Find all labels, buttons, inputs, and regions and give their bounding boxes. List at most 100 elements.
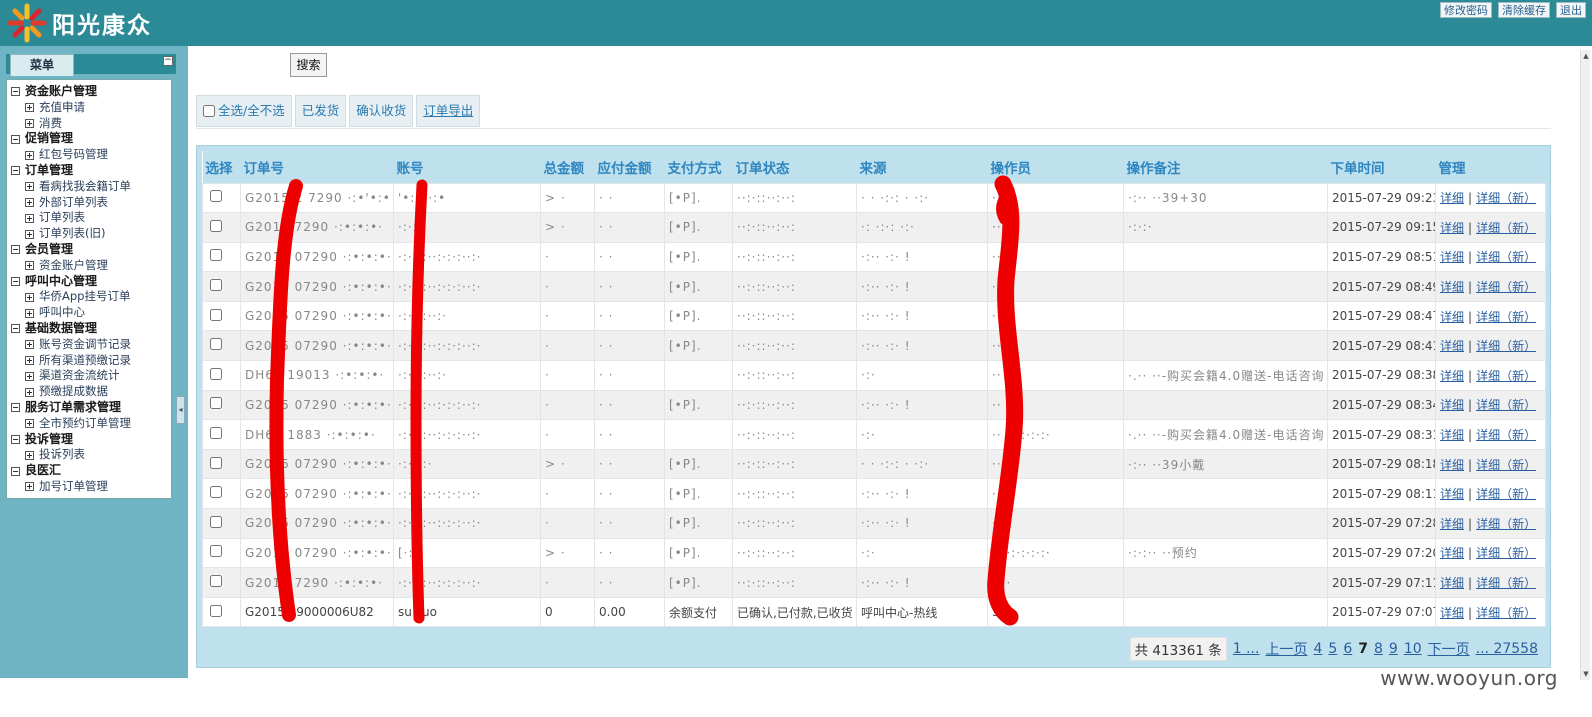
- menu-group[interactable]: 资金账户管理: [11, 84, 171, 100]
- detail-new-link[interactable]: 详细（新）: [1476, 221, 1536, 235]
- page-number[interactable]: 5: [1328, 641, 1337, 657]
- menu-group[interactable]: 订单管理: [11, 163, 171, 179]
- menu-group[interactable]: 呼叫中心管理: [11, 274, 171, 290]
- scroll-down-icon[interactable]: ▼: [1582, 670, 1590, 678]
- collapse-icon[interactable]: [11, 434, 20, 444]
- detail-link[interactable]: 详细: [1440, 280, 1464, 294]
- menu-group[interactable]: 服务订单需求管理: [11, 400, 171, 416]
- detail-new-link[interactable]: 详细（新）: [1476, 546, 1536, 560]
- detail-link[interactable]: 详细: [1440, 310, 1464, 324]
- export-orders-button[interactable]: 订单导出: [416, 95, 481, 127]
- menu-group[interactable]: 投诉管理: [11, 432, 171, 448]
- search-button[interactable]: 搜索: [290, 53, 327, 77]
- menu-group[interactable]: 会员管理: [11, 242, 171, 258]
- clear-cache-button[interactable]: 清除缓存: [1498, 2, 1550, 18]
- collapse-icon[interactable]: [11, 466, 20, 476]
- page-next[interactable]: 下一页: [1428, 639, 1470, 659]
- row-checkbox[interactable]: [210, 308, 222, 321]
- detail-link[interactable]: 详细: [1440, 546, 1464, 560]
- menu-item[interactable]: 呼叫中心: [11, 305, 171, 321]
- menu-item[interactable]: 预缴提成数据: [11, 384, 171, 400]
- page-prev[interactable]: 上一页: [1265, 639, 1307, 659]
- row-checkbox[interactable]: [210, 219, 222, 232]
- detail-link[interactable]: 详细: [1440, 398, 1464, 412]
- detail-link[interactable]: 详细: [1440, 369, 1464, 383]
- page-number[interactable]: 7: [1358, 641, 1368, 657]
- detail-link[interactable]: 详细: [1440, 606, 1464, 620]
- detail-link[interactable]: 详细: [1440, 458, 1464, 472]
- menu-item[interactable]: 华侨App挂号订单: [11, 289, 171, 305]
- menu-item[interactable]: 加号订单管理: [11, 479, 171, 495]
- detail-new-link[interactable]: 详细（新）: [1476, 369, 1536, 383]
- page-number[interactable]: 6: [1343, 641, 1352, 657]
- menu-item[interactable]: 全市预约订单管理: [11, 416, 171, 432]
- confirm-receipt-button[interactable]: 确认收货: [349, 95, 414, 127]
- page-number[interactable]: 8: [1374, 641, 1383, 657]
- detail-new-link[interactable]: 详细（新）: [1476, 191, 1536, 205]
- detail-new-link[interactable]: 详细（新）: [1476, 517, 1536, 531]
- detail-new-link[interactable]: 详细（新）: [1476, 606, 1536, 620]
- row-checkbox[interactable]: [210, 190, 222, 203]
- row-checkbox[interactable]: [210, 279, 222, 292]
- detail-new-link[interactable]: 详细（新）: [1476, 428, 1536, 442]
- menu-item[interactable]: 资金账户管理: [11, 258, 171, 274]
- row-checkbox[interactable]: [210, 515, 222, 528]
- menu-item[interactable]: 订单列表: [11, 210, 171, 226]
- menu-tab[interactable]: 菜单: [10, 54, 74, 76]
- collapse-icon[interactable]: [11, 276, 20, 286]
- row-checkbox[interactable]: [210, 604, 222, 617]
- detail-new-link[interactable]: 详细（新）: [1476, 458, 1536, 472]
- detail-new-link[interactable]: 详细（新）: [1476, 487, 1536, 501]
- menu-item[interactable]: 所有渠道预缴记录: [11, 353, 171, 369]
- collapse-sidebar-handle[interactable]: ◂: [176, 396, 185, 424]
- row-checkbox[interactable]: [210, 575, 222, 588]
- page-number[interactable]: 4: [1313, 641, 1322, 657]
- detail-link[interactable]: 详细: [1440, 576, 1464, 590]
- collapse-icon[interactable]: [11, 324, 20, 334]
- menu-item[interactable]: 充值申请: [11, 100, 171, 116]
- detail-new-link[interactable]: 详细（新）: [1476, 576, 1536, 590]
- detail-new-link[interactable]: 详细（新）: [1476, 250, 1536, 264]
- detail-link[interactable]: 详细: [1440, 250, 1464, 264]
- detail-link[interactable]: 详细: [1440, 487, 1464, 501]
- menu-item[interactable]: 看病找我会籍订单: [11, 179, 171, 195]
- detail-new-link[interactable]: 详细（新）: [1476, 398, 1536, 412]
- menu-group[interactable]: 促销管理: [11, 131, 171, 147]
- menu-item[interactable]: 外部订单列表: [11, 195, 171, 211]
- scroll-up-icon[interactable]: ▲: [1582, 52, 1590, 60]
- minus-icon[interactable]: −: [163, 56, 173, 66]
- row-checkbox[interactable]: [210, 545, 222, 558]
- page-number[interactable]: 10: [1404, 641, 1422, 657]
- change-password-button[interactable]: 修改密码: [1440, 2, 1492, 18]
- menu-item[interactable]: 订单列表(旧): [11, 226, 171, 242]
- detail-new-link[interactable]: 详细（新）: [1476, 310, 1536, 324]
- row-checkbox[interactable]: [210, 367, 222, 380]
- row-checkbox[interactable]: [210, 397, 222, 410]
- detail-link[interactable]: 详细: [1440, 339, 1464, 353]
- collapse-icon[interactable]: [11, 245, 20, 255]
- page-scrollbar[interactable]: ▲ ▼: [1580, 50, 1590, 680]
- menu-group[interactable]: 良医汇: [11, 463, 171, 479]
- mark-shipped-button[interactable]: 已发货: [294, 95, 347, 127]
- menu-item[interactable]: 投诉列表: [11, 447, 171, 463]
- detail-link[interactable]: 详细: [1440, 221, 1464, 235]
- menu-group[interactable]: 基础数据管理: [11, 321, 171, 337]
- collapse-icon[interactable]: [11, 403, 20, 413]
- row-checkbox[interactable]: [210, 249, 222, 262]
- menu-item[interactable]: 红包号码管理: [11, 147, 171, 163]
- detail-link[interactable]: 详细: [1440, 428, 1464, 442]
- collapse-icon[interactable]: [11, 166, 20, 176]
- select-all-checkbox[interactable]: [203, 105, 215, 117]
- collapse-icon[interactable]: [11, 134, 20, 144]
- menu-item[interactable]: 消费: [11, 116, 171, 132]
- select-all-toggle[interactable]: 全选/全不选: [196, 95, 292, 127]
- collapse-icon[interactable]: [11, 87, 20, 97]
- row-checkbox[interactable]: [210, 427, 222, 440]
- page-first[interactable]: 1 ...: [1233, 641, 1260, 657]
- page-last[interactable]: ... 27558: [1476, 641, 1538, 657]
- logout-button[interactable]: 退出: [1556, 2, 1586, 18]
- row-checkbox[interactable]: [210, 456, 222, 469]
- page-number[interactable]: 9: [1389, 641, 1398, 657]
- detail-link[interactable]: 详细: [1440, 191, 1464, 205]
- menu-item[interactable]: 账号资金调节记录: [11, 337, 171, 353]
